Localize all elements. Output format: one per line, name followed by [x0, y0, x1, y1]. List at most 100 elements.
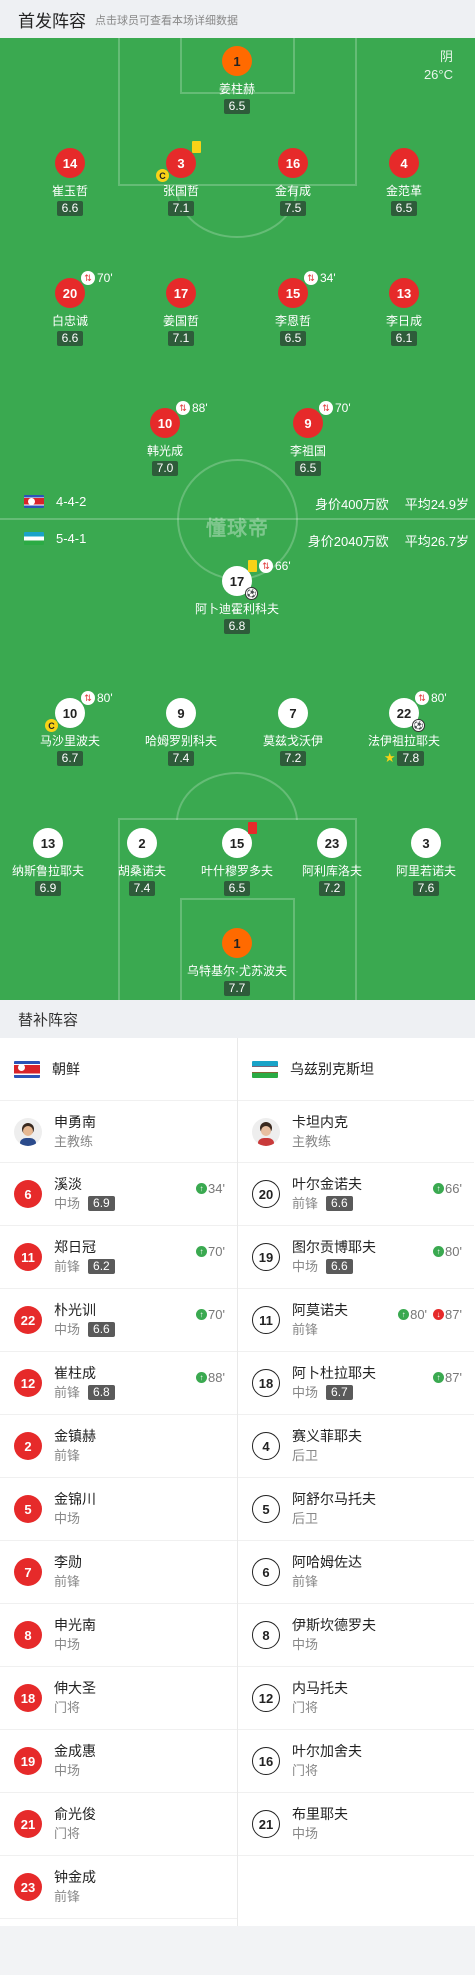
home-player[interactable]: 10 ⇅ 88' 韩光成 7.0 [110, 401, 220, 477]
away-player[interactable]: 3 阿里若诺夫 7.6 [371, 828, 475, 897]
away-formation: 5-4-1 [24, 531, 86, 546]
shirt-number: 1 [222, 46, 252, 76]
player-name: 莫兹戈沃伊 [262, 734, 323, 748]
player-name: 乌特基尔·尤苏波夫 [187, 964, 287, 978]
sub-position: 中场 [292, 1385, 319, 1400]
home-sub-row[interactable]: 6 溪淡 中场 6.9 ↑ 34' [0, 1163, 237, 1226]
player-name: 崔玉哲 [51, 184, 88, 198]
sub-in: ↑ 80' [433, 1244, 462, 1259]
player-name: 金范革 [385, 184, 422, 198]
away-sub-row[interactable]: 11 阿莫诺夫 前锋 ↑ 80' ↓ 87' [238, 1289, 474, 1352]
away-player[interactable]: 10 C ⇅ 80' 马沙里波夫 6.7 [15, 691, 125, 767]
away-player[interactable]: 17 ⚽ ⇅ 66' 阿卜迪霍利科夫 6.8 [182, 559, 292, 635]
sub-time: 80' [431, 691, 447, 705]
home-sub-row[interactable]: 5 金锦川 中场 [0, 1478, 237, 1541]
player-name: 姜柱赫 [218, 82, 255, 96]
away-sub-row[interactable]: 19 图尔贡博耶夫 中场 6.6 ↑ 80' [238, 1226, 474, 1289]
sub-position-line: 后卫 [292, 1509, 376, 1528]
home-sub-row[interactable]: 19 金成惠 中场 [0, 1730, 237, 1793]
away-player[interactable]: 2 胡桑诺夫 7.4 [87, 828, 197, 897]
uzbekistan-flag-icon [252, 1060, 278, 1078]
player-rating: 7.1 [167, 201, 195, 216]
home-sub-row[interactable]: 12 崔柱成 前锋 6.8 ↑ 88' [0, 1352, 237, 1415]
player-rating: 6.5 [223, 881, 251, 896]
away-player[interactable]: 22 ⚽ ⇅ 80' 法伊祖拉耶夫 ★ 7.8 [349, 691, 459, 767]
sub-in-time: 66' [445, 1181, 462, 1196]
home-player[interactable]: 20 ⇅ 70' 白忠诚 6.6 [15, 271, 125, 347]
sub-out-icon: ⇅ [259, 559, 273, 573]
home-coach-name: 申勇南 [54, 1113, 96, 1130]
sub-rating: 6.7 [326, 1385, 353, 1400]
home-player[interactable]: 15 ⇅ 34' 李恩哲 6.5 [238, 271, 348, 347]
player-rating: 6.1 [390, 331, 418, 346]
sub-out-icon: ⇅ [415, 691, 429, 705]
sub-position-line: 门将 [292, 1761, 362, 1780]
player-rating: 7.5 [279, 201, 307, 216]
away-player[interactable]: 15 叶什穆罗多夫 6.5 [182, 822, 292, 897]
sub-in: ↑ 34' [196, 1181, 225, 1196]
sub-time: 88' [192, 401, 208, 415]
home-age: 平均24.9岁 [404, 497, 469, 512]
shirt-number: 4 [252, 1432, 280, 1460]
player-name: 叶什穆罗多夫 [200, 864, 273, 878]
away-sub-row[interactable]: 6 阿哈姆佐达 前锋 [238, 1541, 474, 1604]
sub-in-icon: ↑ [433, 1246, 445, 1257]
player-name: 马沙里波夫 [39, 734, 100, 748]
home-player[interactable]: 14 崔玉哲 6.6 [15, 148, 125, 217]
away-sub-row[interactable]: 16 叶尔加舍夫 门将 [238, 1730, 474, 1793]
home-sub-row[interactable]: 23 钟金成 前锋 [0, 1856, 237, 1919]
home-player[interactable]: 9 ⇅ 70' 李祖国 6.5 [253, 401, 363, 477]
sub-rating: 6.9 [88, 1196, 115, 1211]
player-events: ⇅ 80' [81, 691, 113, 705]
sub-name: 布里耶夫 [292, 1806, 348, 1822]
away-player[interactable]: 1 乌特基尔·尤苏波夫 7.7 [182, 928, 292, 997]
home-player[interactable]: 16 金有成 7.5 [238, 148, 348, 217]
home-player[interactable]: 17 姜国哲 7.1 [126, 278, 236, 347]
sub-position-line: 门将 [54, 1698, 96, 1717]
shirt-number: 20 [252, 1180, 280, 1208]
sub-position-line: 前锋 [54, 1887, 96, 1906]
away-coach-row[interactable]: 卡坦内克 主教练 [238, 1100, 474, 1163]
home-player[interactable]: 13 李日成 6.1 [349, 278, 459, 347]
shirt-number: 11 [14, 1243, 42, 1271]
sub-name: 叶尔金诺夫 [292, 1176, 362, 1192]
home-coach-row[interactable]: 申勇南 主教练 [0, 1100, 237, 1163]
sub-in: ↑ 80' [398, 1307, 427, 1322]
home-sub-row[interactable]: 11 郑日冠 前锋 6.2 ↑ 70' [0, 1226, 237, 1289]
north-korea-flag-icon [14, 1060, 40, 1078]
away-player[interactable]: 7 莫兹戈沃伊 7.2 [238, 698, 348, 767]
home-player[interactable]: 3 C 张国哲 7.1 [126, 141, 236, 217]
away-sub-row[interactable]: 4 赛义菲耶夫 后卫 [238, 1415, 474, 1478]
away-sub-row[interactable]: 20 叶尔金诺夫 前锋 6.6 ↑ 66' [238, 1163, 474, 1226]
away-team-name: 乌兹别克斯坦 [290, 1061, 374, 1077]
away-player[interactable]: 9 哈姆罗别科夫 7.4 [126, 698, 236, 767]
shirt-number: 11 [252, 1306, 280, 1334]
shirt-number: 8 [14, 1621, 42, 1649]
away-sub-row[interactable]: 21 布里耶夫 中场 [238, 1793, 474, 1856]
home-sub-row[interactable]: 8 申光南 中场 [0, 1604, 237, 1667]
away-sub-row[interactable]: 12 内马托夫 门将 [238, 1667, 474, 1730]
sub-in-time: 80' [410, 1307, 428, 1322]
home-sub-row[interactable]: 7 李勋 前锋 [0, 1541, 237, 1604]
sub-position-line: 中场 6.6 [54, 1320, 115, 1339]
sub-in-time: 80' [445, 1244, 462, 1259]
away-sub-row[interactable]: 5 阿舒尔马托夫 后卫 [238, 1478, 474, 1541]
sub-position: 前锋 [54, 1385, 81, 1400]
home-sub-row[interactable]: 18 伸大圣 门将 [0, 1667, 237, 1730]
away-coach-name: 卡坦内克 [292, 1113, 348, 1130]
home-sub-row[interactable]: 2 金镇赫 前锋 [0, 1415, 237, 1478]
home-sub-row[interactable]: 22 朴光训 中场 6.6 ↑ 70' [0, 1289, 237, 1352]
sub-position: 中场 [54, 1763, 81, 1778]
away-sub-row[interactable]: 8 伊斯坎德罗夫 中场 [238, 1604, 474, 1667]
home-player[interactable]: 4 金范革 6.5 [349, 148, 459, 217]
player-rating: 6.8 [223, 619, 251, 634]
player-rating: 7.1 [167, 331, 195, 346]
shirt-number: 23 [317, 828, 347, 858]
shirt-number: 2 [14, 1432, 42, 1460]
home-player[interactable]: 1 姜柱赫 6.5 [182, 46, 292, 115]
home-sub-row[interactable]: 21 俞光俊 门将 [0, 1793, 237, 1856]
home-value: 身价400万欧 [314, 497, 389, 512]
sub-position: 中场 [54, 1511, 81, 1526]
away-sub-row[interactable]: 18 阿卜杜拉耶夫 中场 6.7 ↑ 87' [238, 1352, 474, 1415]
away-bench: 乌兹别克斯坦 卡坦内克 主教练 20 叶尔金诺夫 前锋 6.6 ↑ 66' 19 图尔贡博耶夫… [237, 1038, 474, 1926]
